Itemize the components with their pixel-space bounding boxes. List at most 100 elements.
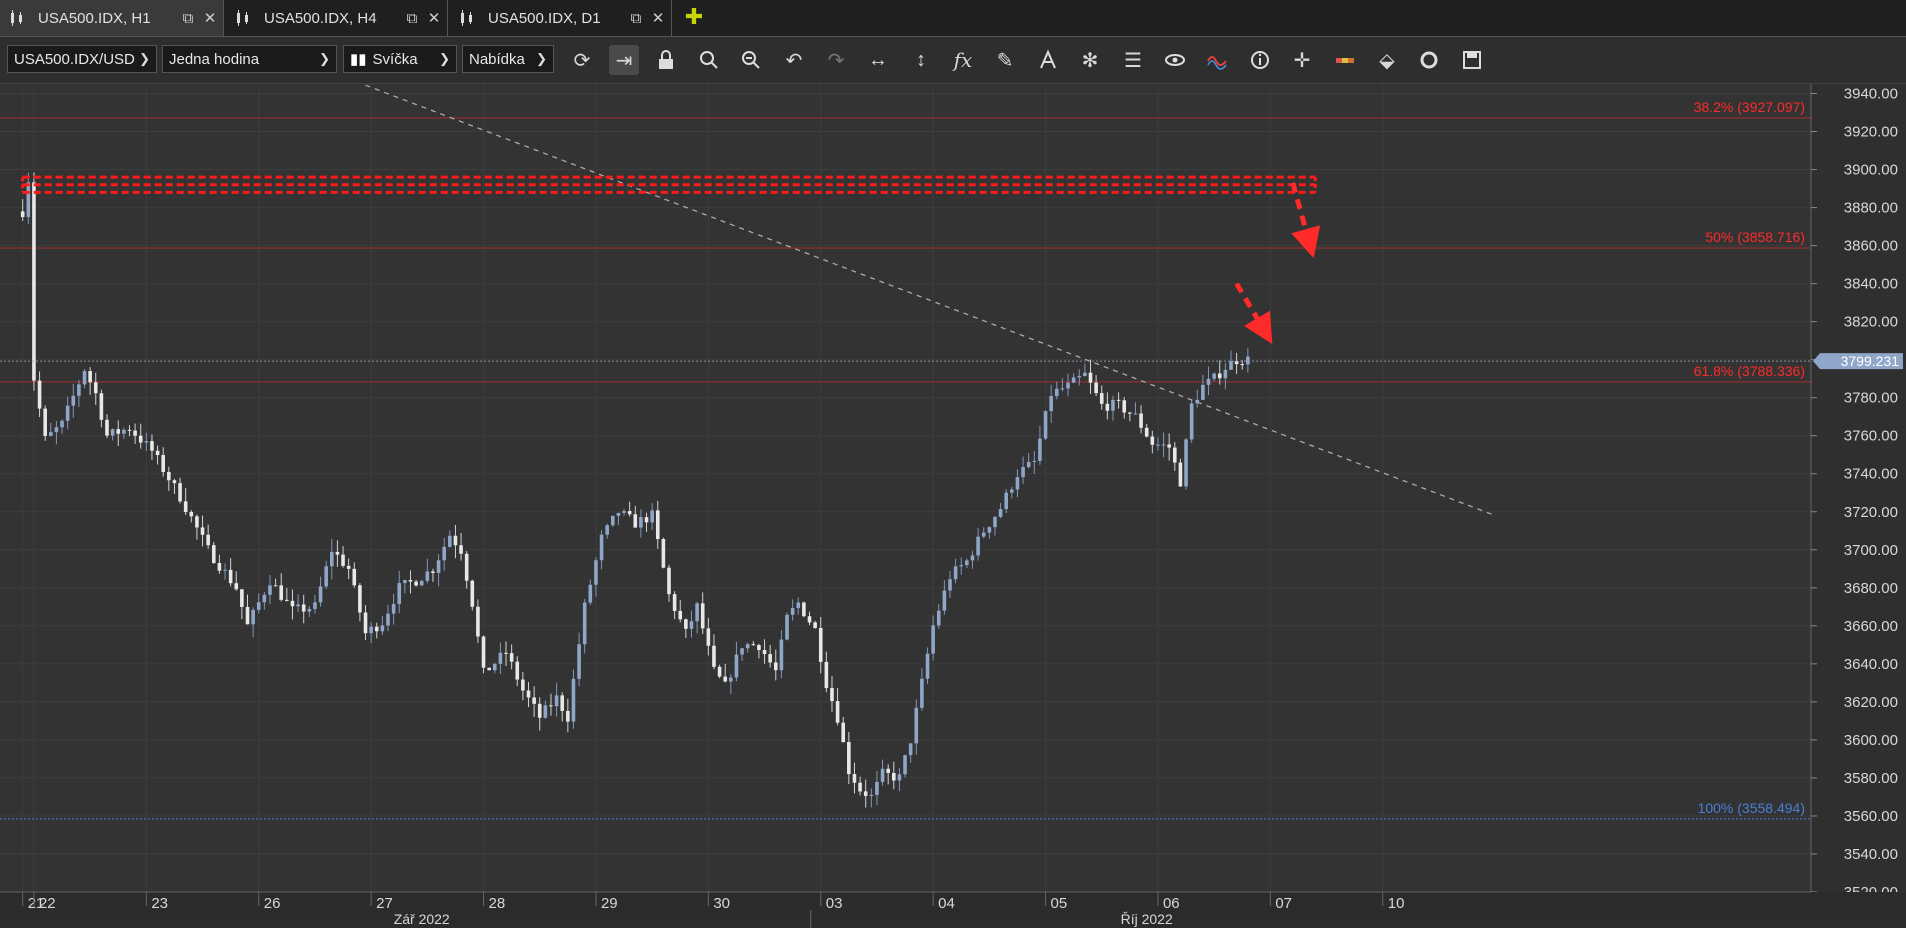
candle-body	[380, 625, 385, 632]
candle-body	[290, 600, 295, 607]
sync-icon[interactable]	[1414, 45, 1444, 75]
redo-icon[interactable]: ↷	[821, 45, 851, 75]
color-bar-icon[interactable]	[1330, 45, 1360, 75]
y-tick-label: 3920.00	[1844, 124, 1898, 141]
candle-body	[965, 560, 969, 566]
candle-body	[341, 554, 345, 566]
x-tick-label: 05	[1051, 895, 1068, 912]
candle-body	[26, 182, 31, 218]
candle-body	[773, 662, 778, 671]
y-tick-label: 3680.00	[1844, 580, 1898, 597]
close-icon[interactable]: ✕	[649, 9, 667, 27]
y-tick-label: 3660.00	[1844, 618, 1898, 635]
candle-body	[920, 678, 924, 708]
tab-usa500-d1[interactable]: USA500.IDX, D1 ⧉ ✕	[450, 0, 672, 36]
candle-body	[571, 678, 576, 722]
shift-chart-icon[interactable]: ⇥	[609, 45, 639, 75]
horizontal-scale-icon[interactable]: ↔	[863, 45, 893, 75]
candle-body	[577, 644, 581, 679]
tab-usa500-h4[interactable]: USA500.IDX, H4 ⧉ ✕	[226, 0, 448, 36]
eye-icon[interactable]	[1160, 45, 1190, 75]
instrument-select[interactable]: USA500.IDX/USD ❯	[7, 45, 157, 73]
candle-body	[352, 568, 357, 586]
popout-icon[interactable]: ⧉	[179, 10, 197, 27]
candle-icon	[11, 10, 22, 26]
paint-bucket-icon[interactable]: ⬙	[1372, 45, 1402, 75]
x-tick-label: 06	[1163, 895, 1180, 912]
info-icon[interactable]	[1245, 45, 1275, 75]
y-tick-label: 3780.00	[1844, 390, 1898, 407]
close-icon[interactable]: ✕	[425, 9, 443, 27]
candle-body	[1173, 447, 1177, 463]
candle-body	[734, 654, 739, 678]
close-icon[interactable]: ✕	[201, 9, 219, 27]
undo-icon[interactable]: ↶	[779, 45, 809, 75]
objects-icon[interactable]: ✻	[1075, 45, 1105, 75]
price-chart[interactable]: 38.2% (3927.097) 50% (3858.716) 61.8% (378…	[0, 84, 1906, 928]
candle-body	[1004, 492, 1008, 510]
candle-body	[228, 569, 233, 584]
fib-label: 38.2% (3927.097)	[1694, 99, 1805, 115]
candle-body	[99, 393, 104, 420]
candle-body	[566, 710, 570, 722]
candle-body	[762, 650, 767, 655]
candle-body	[296, 604, 300, 607]
candle-body	[622, 511, 626, 513]
candle-body	[875, 781, 879, 795]
candle-body	[560, 695, 565, 711]
y-tick-label: 3840.00	[1844, 276, 1898, 293]
candle-body	[993, 516, 997, 528]
candle-body	[1128, 412, 1132, 414]
wave-icon[interactable]	[1202, 45, 1232, 75]
x-tick-label: 04	[938, 895, 955, 912]
candle-body	[285, 599, 289, 601]
text-tool-icon[interactable]	[1033, 45, 1063, 75]
popout-icon[interactable]: ⧉	[403, 10, 421, 27]
chart-type-select[interactable]: ▮▮ Svíčka ❯	[343, 45, 457, 73]
candle-body	[976, 536, 980, 556]
candle-body	[60, 420, 64, 428]
candle-body	[650, 510, 654, 523]
candle-body	[655, 510, 660, 540]
candle-body	[77, 384, 81, 396]
layers-icon[interactable]: ☰	[1118, 45, 1148, 75]
zoom-in-icon[interactable]	[694, 45, 724, 75]
popout-icon[interactable]: ⧉	[627, 10, 645, 27]
candle-body	[740, 648, 744, 655]
tab-bar: USA500.IDX, H1 ⧉ ✕ USA500.IDX, H4 ⧉ ✕ US…	[0, 0, 1906, 37]
candle-body	[487, 667, 491, 671]
candle-body	[616, 512, 621, 516]
candle-body	[273, 585, 278, 587]
fib-label: 50% (3858.716)	[1705, 229, 1805, 245]
y-tick-label: 3700.00	[1844, 542, 1898, 559]
candle-body	[858, 782, 862, 792]
candle-body	[925, 653, 930, 679]
add-chart-icon[interactable]: ✚	[682, 6, 706, 30]
y-tick-label: 3940.00	[1844, 86, 1898, 103]
candle-body	[105, 419, 109, 436]
y-tick-label: 3640.00	[1844, 656, 1898, 673]
side-select[interactable]: Nabídka ❯	[462, 45, 554, 73]
candle-body	[206, 534, 210, 546]
candle-icon	[237, 10, 248, 26]
candle-body	[307, 608, 312, 612]
lock-icon[interactable]	[651, 45, 681, 75]
save-icon[interactable]	[1457, 45, 1487, 75]
candle-body	[1094, 382, 1098, 394]
vertical-scale-icon[interactable]: ↕	[906, 45, 936, 75]
candle-body	[110, 429, 115, 436]
crosshair-icon[interactable]: ✛	[1287, 45, 1317, 75]
candle-body	[942, 590, 947, 611]
tab-usa500-h1[interactable]: USA500.IDX, H1 ⧉ ✕	[0, 0, 224, 36]
period-select[interactable]: Jedna hodina ❯	[162, 45, 337, 73]
candle-body	[1049, 396, 1053, 412]
refresh-icon[interactable]: ⟳	[567, 45, 597, 75]
indicators-icon[interactable]: fx	[948, 45, 978, 75]
y-tick-label: 3540.00	[1844, 846, 1898, 863]
pencil-icon[interactable]: ✎	[990, 45, 1020, 75]
candle-body	[790, 608, 795, 615]
candle-body	[155, 450, 160, 456]
candle-body	[802, 602, 806, 617]
candle-body	[133, 430, 137, 436]
zoom-out-icon[interactable]	[736, 45, 766, 75]
